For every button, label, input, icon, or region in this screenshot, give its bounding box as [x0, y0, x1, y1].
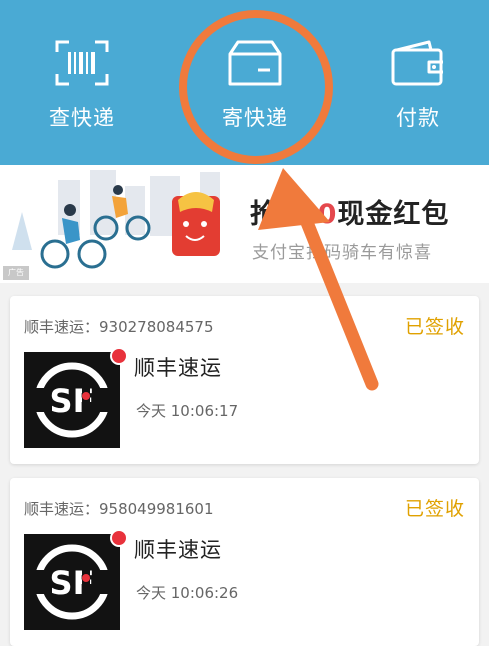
unread-dot — [110, 529, 128, 547]
update-time: 今天 10:06:26 — [136, 584, 239, 602]
pay-label: 付款 — [396, 106, 440, 130]
pay-button[interactable]: 付款 — [358, 40, 478, 140]
banner-title: 抢520现金红包 — [250, 192, 449, 231]
query-express-button[interactable]: 查快递 — [22, 40, 142, 140]
update-time: 今天 10:06:17 — [136, 402, 239, 420]
tracking-number: 顺丰速运：930278084575 — [24, 318, 214, 336]
package-card[interactable]: 顺丰速运：930278084575 已签收 SF 顺丰速运 今天 10:06:1… — [10, 296, 479, 464]
ad-badge: 广告 — [3, 266, 29, 280]
package-card[interactable]: 顺丰速运：958049981601 已签收 SF 顺丰速运 今天 10:06:2… — [10, 478, 479, 646]
send-express-label: 寄快递 — [222, 106, 288, 130]
banner-title-amount: 520 — [278, 199, 338, 230]
banner-title-prefix: 抢 — [250, 199, 278, 230]
courier-name: 顺丰速运 — [134, 538, 222, 562]
barcode-scan-icon — [55, 40, 109, 86]
sf-express-logo: SF — [24, 352, 120, 448]
sf-express-logo: SF — [24, 534, 120, 630]
courier-name: 顺丰速运 — [134, 356, 222, 380]
unread-dot — [110, 347, 128, 365]
parcel-box-icon — [228, 40, 282, 86]
banner-subtitle: 支付宝扫码骑车有惊喜 — [252, 243, 432, 263]
delivery-status: 已签收 — [404, 316, 465, 338]
query-express-label: 查快递 — [49, 106, 115, 130]
delivery-status: 已签收 — [404, 498, 465, 520]
wallet-icon — [391, 40, 443, 86]
send-express-button[interactable]: 寄快递 — [195, 40, 315, 140]
tracking-number: 顺丰速运：958049981601 — [24, 500, 214, 518]
banner-title-suffix: 现金红包 — [337, 199, 450, 230]
